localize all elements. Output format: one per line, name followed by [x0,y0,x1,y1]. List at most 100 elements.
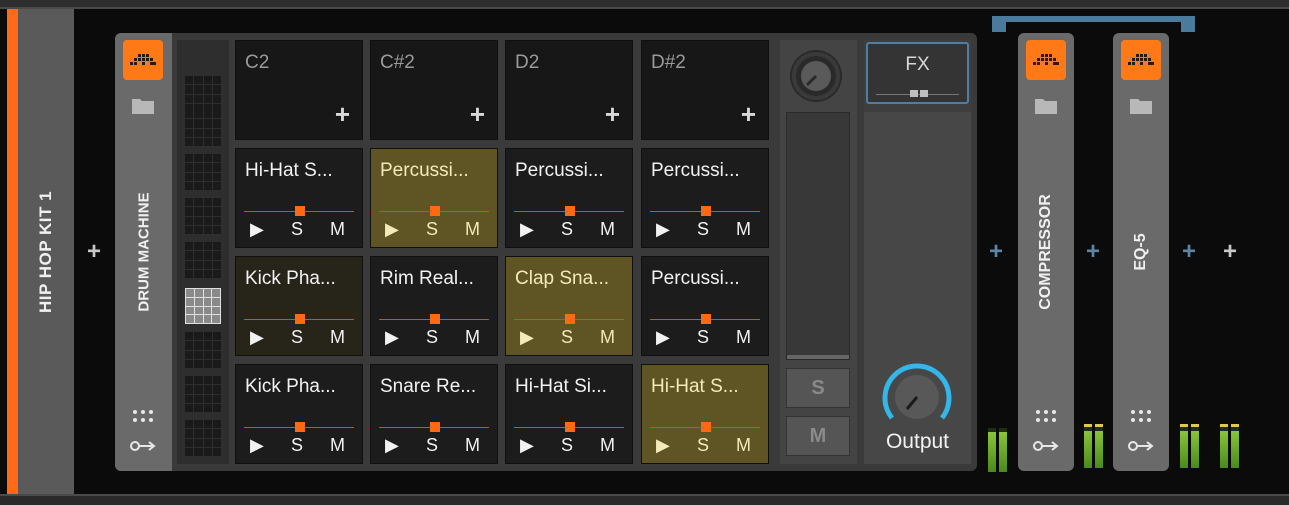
pad-mute-button[interactable]: M [736,219,751,239]
volume-fader[interactable] [786,112,850,360]
compressor-device[interactable]: COMPRESSOR [1018,33,1074,471]
pad-solo-button[interactable]: S [561,219,573,239]
drum-pad[interactable]: Percussi... ▶ S M [370,148,498,248]
pad-mute-button[interactable]: M [736,327,751,347]
routing-icon[interactable] [129,437,157,455]
pad-play-button[interactable]: ▶ [656,435,670,455]
pad-solo-button[interactable]: S [291,435,303,455]
pad-mute-button[interactable]: M [600,219,615,239]
add-sample-plus-icon[interactable]: + [605,101,620,127]
drum-pad[interactable]: Rim Real... ▶ S M [370,256,498,356]
pad-mute-button[interactable]: M [736,435,751,455]
pad-mute-button[interactable]: M [465,327,480,347]
pad-mute-button[interactable]: M [330,219,345,239]
folder-icon[interactable] [1032,95,1060,117]
pad-bank-8[interactable] [185,376,221,412]
pad-play-button[interactable]: ▶ [250,435,264,455]
drum-pad[interactable]: Percussi... ▶ S M [641,256,769,356]
pad-volume-handle[interactable] [565,206,575,216]
folder-icon[interactable] [129,95,157,117]
track-header[interactable]: HIP HOP KIT 1 [18,9,74,494]
pad-volume-handle[interactable] [295,314,305,324]
pad-mute-button[interactable]: M [465,435,480,455]
pad-solo-button[interactable]: S [697,327,709,347]
drum-pad[interactable]: Hi-Hat S... ▶ S M [641,364,769,464]
routing-icon[interactable] [1032,437,1060,455]
fader-handle[interactable] [787,355,849,359]
pad-play-button[interactable]: ▶ [250,219,264,239]
pad-mute-button[interactable]: M [600,327,615,347]
insert-device-plus-icon[interactable]: + [986,240,1006,264]
pad-play-button[interactable]: ▶ [385,327,399,347]
eq5-preset-button[interactable] [1121,40,1161,80]
pad-play-button[interactable]: ▶ [520,219,534,239]
pad-solo-button[interactable]: S [426,219,438,239]
add-device-plus-icon[interactable]: + [1220,240,1240,264]
add-sample-plus-icon[interactable]: + [470,101,485,127]
pad-volume-handle[interactable] [295,422,305,432]
mute-button[interactable]: M [786,416,850,456]
pad-bank-9[interactable] [185,420,221,456]
pad-solo-button[interactable]: S [291,219,303,239]
pad-volume-handle[interactable] [430,206,440,216]
pad-solo-button[interactable]: S [561,435,573,455]
pad-solo-button[interactable]: S [697,219,709,239]
pad-volume-handle[interactable] [701,314,711,324]
pad-volume-handle[interactable] [430,314,440,324]
pad-play-button[interactable]: ▶ [656,327,670,347]
pad-bank-7[interactable] [185,332,221,368]
pad-bank-3[interactable] [185,154,221,190]
pad-volume-handle[interactable] [430,422,440,432]
dots-grid-icon[interactable] [1129,407,1153,425]
pad-volume-handle[interactable] [565,314,575,324]
dots-grid-icon[interactable] [131,407,155,425]
add-device-plus-icon[interactable]: + [84,240,104,264]
pad-mute-button[interactable]: M [465,219,480,239]
drum-pad[interactable]: D#2 + [641,40,769,140]
pad-bank-5[interactable] [185,242,221,278]
pad-play-button[interactable]: ▶ [656,219,670,239]
compressor-preset-button[interactable] [1026,40,1066,80]
add-sample-plus-icon[interactable]: + [741,101,756,127]
drum-pad[interactable]: Hi-Hat S... ▶ S M [235,148,363,248]
pad-solo-button[interactable]: S [426,435,438,455]
fx-button[interactable]: FX [866,42,969,104]
drum-pad[interactable]: C2 + [235,40,363,140]
folder-icon[interactable] [1127,95,1155,117]
add-sample-plus-icon[interactable]: + [335,101,350,127]
drum-pad[interactable]: Clap Sna... ▶ S M [505,256,633,356]
pad-play-button[interactable]: ▶ [385,435,399,455]
solo-button[interactable]: S [786,368,850,408]
dots-grid-icon[interactable] [1034,407,1058,425]
pad-bank-1[interactable] [185,76,221,112]
insert-device-plus-icon[interactable]: + [1083,240,1103,264]
volume-knob[interactable] [790,50,842,102]
pad-solo-button[interactable]: S [697,435,709,455]
drum-pad[interactable]: C#2 + [370,40,498,140]
drum-pad[interactable]: Kick Pha... ▶ S M [235,364,363,464]
pad-volume-handle[interactable] [295,206,305,216]
drum-pad[interactable]: Snare Re... ▶ S M [370,364,498,464]
preset-button[interactable] [123,40,163,80]
drum-pad[interactable]: Percussi... ▶ S M [505,148,633,248]
pad-bank-6-active[interactable] [185,288,221,324]
output-knob[interactable] [880,360,954,434]
pad-mute-button[interactable]: M [600,435,615,455]
eq5-device[interactable]: EQ-5 [1113,33,1169,471]
routing-icon[interactable] [1127,437,1155,455]
pad-mute-button[interactable]: M [330,327,345,347]
drum-pad[interactable]: D2 + [505,40,633,140]
drum-pad[interactable]: Kick Pha... ▶ S M [235,256,363,356]
pad-play-button[interactable]: ▶ [520,435,534,455]
pad-play-button[interactable]: ▶ [250,327,264,347]
pad-volume-handle[interactable] [701,422,711,432]
pad-mute-button[interactable]: M [330,435,345,455]
insert-device-plus-icon[interactable]: + [1179,240,1199,264]
drum-machine-header[interactable]: DRUM MACHINE [115,33,172,471]
pad-play-button[interactable]: ▶ [520,327,534,347]
pad-volume-handle[interactable] [565,422,575,432]
pad-bank-4[interactable] [185,198,221,234]
pad-play-button[interactable]: ▶ [385,219,399,239]
pad-volume-handle[interactable] [701,206,711,216]
drum-pad[interactable]: Percussi... ▶ S M [641,148,769,248]
